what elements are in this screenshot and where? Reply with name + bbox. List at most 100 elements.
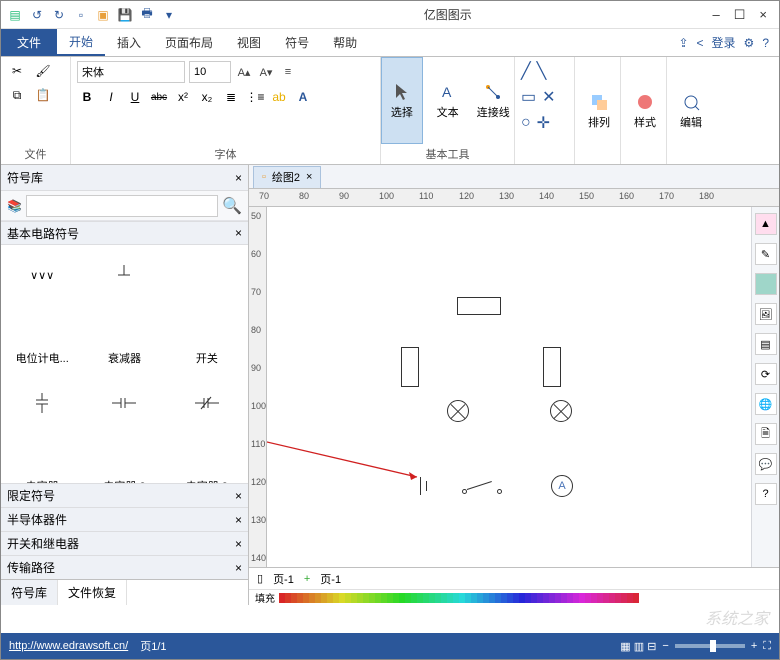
sup-icon[interactable]: x² (173, 87, 193, 107)
tab-file[interactable]: 文件 (1, 29, 57, 56)
edit-button[interactable]: 编辑 (667, 57, 715, 164)
print-icon[interactable]: 🖶 (137, 5, 157, 25)
cut-icon[interactable]: ✂ (7, 61, 27, 81)
close-button[interactable]: × (759, 7, 767, 23)
minimize-button[interactable]: – (713, 7, 720, 23)
document-tab[interactable]: ▫ 绘图2 × (253, 166, 321, 188)
line-icon[interactable]: ╱ (521, 61, 531, 81)
font-size-select[interactable] (189, 61, 231, 83)
tab-help[interactable]: 帮助 (321, 29, 369, 56)
connector-tool[interactable]: 连接线 (472, 57, 514, 144)
shape-switch[interactable] (462, 479, 502, 495)
page-label-a[interactable]: 页-1 (273, 571, 294, 587)
status-url[interactable]: http://www.edrawsoft.cn/ (9, 640, 128, 652)
symbol-cell[interactable] (166, 245, 248, 309)
arrange-button[interactable]: 排列 (575, 57, 623, 164)
line2-icon[interactable]: ╲ (537, 61, 547, 81)
panel-fill-icon[interactable] (755, 273, 777, 295)
gear-icon[interactable]: ⚙ (744, 36, 755, 50)
canvas[interactable]: A (267, 207, 751, 567)
linespace-icon[interactable]: ≣ (221, 87, 241, 107)
qat-app-icon[interactable]: ▤ (5, 5, 25, 25)
tab-symbol[interactable]: 符号 (273, 29, 321, 56)
shrink-font-icon[interactable]: A▾ (257, 63, 275, 81)
search-input[interactable] (26, 195, 218, 217)
shape-ammeter[interactable]: A (551, 475, 573, 497)
symbol-cell[interactable] (166, 373, 248, 437)
panel-comment-icon[interactable]: 💬 (755, 453, 777, 475)
sidebar-close-icon[interactable]: × (235, 171, 242, 185)
panel-image-icon[interactable]: 🖼 (755, 303, 777, 325)
sub-icon[interactable]: x₂ (197, 87, 217, 107)
star-icon[interactable]: ✕ (542, 87, 555, 107)
library-collapsed[interactable]: 开关和继电器× (1, 531, 248, 555)
panel-theme-icon[interactable]: ▲ (755, 213, 777, 235)
fit-icon[interactable]: ⛶ (763, 640, 771, 653)
rect-icon[interactable]: ▭ (521, 87, 536, 107)
sidebar-tab-library[interactable]: 符号库 (1, 580, 58, 605)
open-icon[interactable]: ▣ (93, 5, 113, 25)
panel-pen-icon[interactable]: ✎ (755, 243, 777, 265)
circle-icon[interactable]: ○ (521, 114, 531, 132)
panel-hyperlink-icon[interactable]: 🌐 (755, 393, 777, 415)
symbol-cell[interactable]: 电容器 (1, 437, 83, 483)
bold-button[interactable]: B (77, 87, 97, 107)
font-family-select[interactable] (77, 61, 185, 83)
sidebar-tab-recovery[interactable]: 文件恢复 (58, 580, 127, 605)
symbol-cell[interactable]: 电容器 2 (83, 437, 165, 483)
library-close-icon[interactable]: × (235, 537, 242, 551)
symbol-cell[interactable]: ∨∨∨ (1, 245, 83, 309)
bullets-icon[interactable]: ⋮≡ (245, 87, 265, 107)
library-close-icon[interactable]: × (235, 489, 242, 503)
search-icon[interactable]: 🔍 (222, 196, 242, 216)
tab-insert[interactable]: 插入 (105, 29, 153, 56)
paste-icon[interactable]: 📋 (33, 85, 53, 105)
library-collapsed[interactable]: 限定符号× (1, 483, 248, 507)
doc-tab-close-icon[interactable]: × (306, 171, 312, 183)
login-link[interactable]: 登录 (712, 34, 736, 51)
font-color-icon[interactable]: A (293, 87, 313, 107)
page-prev-icon[interactable]: ▯ (257, 572, 263, 585)
text-tool[interactable]: A 文本 (427, 57, 469, 144)
share-icon[interactable]: < (697, 36, 704, 50)
shape-battery[interactable] (417, 477, 431, 495)
library-icon[interactable]: 📚 (7, 199, 22, 213)
zoom-slider[interactable] (675, 644, 745, 648)
symbol-cell[interactable]: 开关 (166, 309, 248, 373)
panel-note-icon[interactable]: 🗎 (755, 423, 777, 445)
strike-button[interactable]: abc (149, 87, 169, 107)
symbol-cell[interactable]: 电容器 3 (166, 437, 248, 483)
tab-start[interactable]: 开始 (57, 29, 105, 56)
tab-view[interactable]: 视图 (225, 29, 273, 56)
library-collapsed[interactable]: 半导体器件× (1, 507, 248, 531)
panel-help-icon[interactable]: ? (755, 483, 777, 505)
library-open-title[interactable]: 基本电路符号 (7, 225, 79, 242)
copy-icon[interactable]: ⧉ (7, 85, 27, 105)
library-close-icon[interactable]: × (235, 561, 242, 575)
symbol-cell[interactable] (1, 373, 83, 437)
undo-icon[interactable]: ↺ (27, 5, 47, 25)
align-icon[interactable]: ≡ (279, 63, 297, 81)
library-close-icon[interactable]: × (235, 513, 242, 527)
help-icon[interactable]: ? (762, 36, 769, 50)
style-button[interactable]: 样式 (621, 57, 669, 164)
color-swatches[interactable] (279, 593, 773, 603)
symbol-cell[interactable]: 衰减器 (83, 309, 165, 373)
library-close-icon[interactable]: × (235, 226, 242, 240)
zoom-in-icon[interactable]: + (751, 640, 757, 652)
grow-font-icon[interactable]: A▴ (235, 63, 253, 81)
export-icon[interactable]: ⇪ (678, 36, 688, 50)
maximize-button[interactable]: ☐ (734, 7, 746, 23)
highlight-icon[interactable]: ab (269, 87, 289, 107)
page-label-b[interactable]: 页-1 (320, 571, 341, 587)
redo-icon[interactable]: ↻ (49, 5, 69, 25)
symbol-cell[interactable] (83, 245, 165, 309)
page-add-icon[interactable]: + (304, 573, 310, 585)
symbol-cell[interactable]: 电位计电... (1, 309, 83, 373)
tab-layout[interactable]: 页面布局 (153, 29, 225, 56)
crop-icon[interactable]: ✛ (537, 113, 550, 133)
view-mode-icon[interactable]: ▦ ▥ ⊟ (620, 640, 656, 653)
symbol-cell[interactable] (83, 373, 165, 437)
format-painter-icon[interactable]: 🖌 (33, 61, 53, 81)
underline-button[interactable]: U (125, 87, 145, 107)
